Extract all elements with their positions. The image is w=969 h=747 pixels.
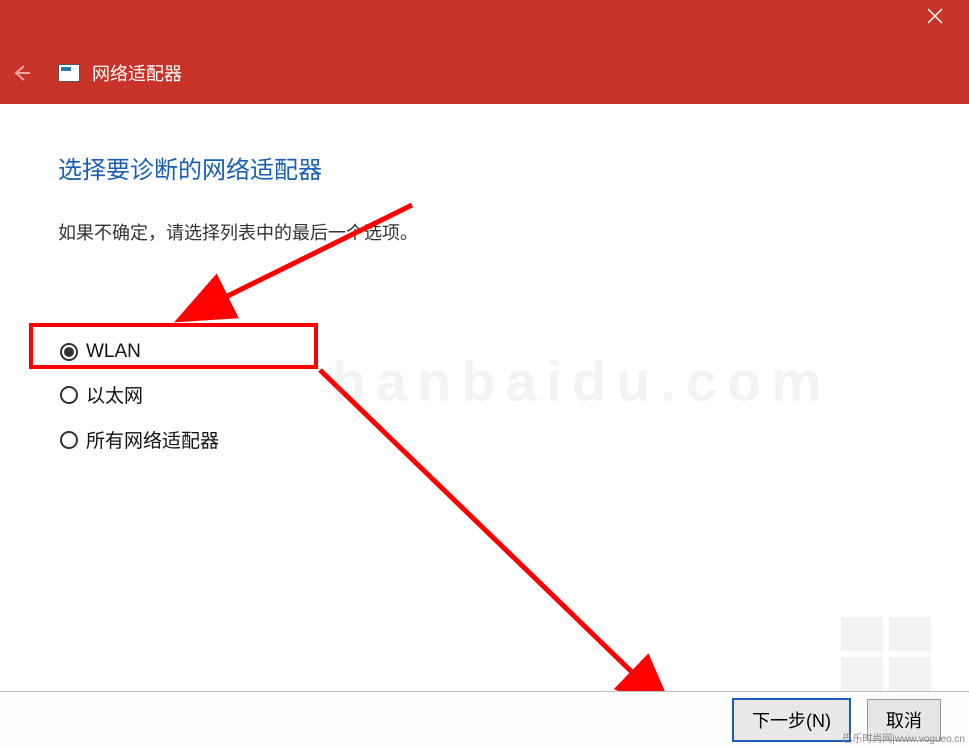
option-wlan[interactable]: WLAN bbox=[60, 341, 911, 363]
option-ethernet[interactable]: 以太网 bbox=[60, 381, 911, 408]
option-all-adapters[interactable]: 所有网络适配器 bbox=[60, 426, 911, 453]
windows-logo-watermark bbox=[833, 609, 943, 699]
option-label: 所有网络适配器 bbox=[86, 426, 219, 453]
radio-icon bbox=[60, 431, 78, 449]
window-header: 网络适配器 bbox=[0, 0, 969, 104]
option-label: 以太网 bbox=[86, 381, 143, 408]
content-area: 选择要诊断的网络适配器 如果不确定，请选择列表中的最后一个选项。 WLAN 以太… bbox=[0, 104, 969, 453]
radio-icon bbox=[60, 343, 78, 361]
page-heading: 选择要诊断的网络适配器 bbox=[58, 150, 911, 185]
window-title: 网络适配器 bbox=[92, 60, 182, 86]
back-button[interactable] bbox=[10, 62, 32, 84]
close-icon bbox=[927, 8, 943, 24]
footer-bar: 下一步(N) 取消 bbox=[0, 691, 969, 747]
instruction-text: 如果不确定，请选择列表中的最后一个选项。 bbox=[58, 219, 911, 245]
adapter-icon bbox=[58, 64, 80, 82]
site-watermark: 巴乐时尚网|www.vogueo.cn bbox=[842, 730, 965, 745]
radio-icon bbox=[60, 386, 78, 404]
option-label: WLAN bbox=[86, 341, 141, 363]
adapter-options: WLAN 以太网 所有网络适配器 bbox=[58, 341, 911, 453]
close-button[interactable] bbox=[927, 8, 951, 32]
back-arrow-icon bbox=[10, 62, 32, 84]
next-button[interactable]: 下一步(N) bbox=[732, 698, 851, 742]
